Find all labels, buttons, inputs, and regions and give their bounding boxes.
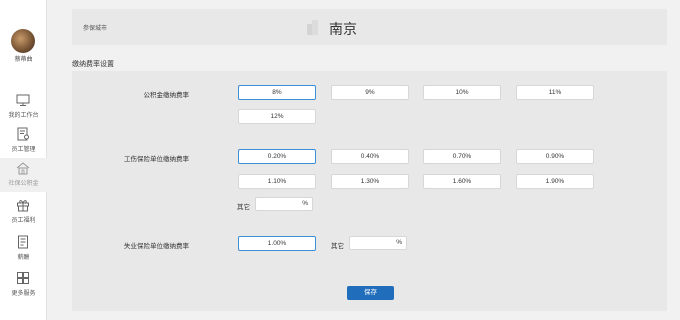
gift-icon bbox=[15, 197, 31, 213]
injury-insurance-option[interactable]: 0.20% bbox=[238, 149, 316, 164]
scrollbar[interactable] bbox=[672, 0, 680, 320]
injury-insurance-option[interactable]: 1.90% bbox=[516, 174, 594, 189]
sidebar-item-social-security[interactable]: 社保公积金 bbox=[0, 158, 47, 192]
city-label: 参保城市 bbox=[83, 26, 108, 32]
sidebar-item-label: 员工福利 bbox=[11, 218, 36, 224]
sidebar-item-more-services[interactable]: 更多服务 bbox=[0, 268, 47, 302]
injury-other-label: 其它 bbox=[237, 204, 250, 211]
sidebar-item-salary[interactable]: 薪酬 bbox=[0, 232, 47, 266]
save-button[interactable]: 保存 bbox=[347, 286, 394, 300]
grid-icon bbox=[15, 270, 31, 286]
sidebar-item-label: 薪酬 bbox=[17, 255, 30, 261]
rate-settings-panel: 公积金缴纳费率 8% 9% 10% 11% 12% 工伤保险单位缴纳费率 0.2… bbox=[72, 71, 667, 311]
user-name: 蔡蒂曲 bbox=[14, 57, 33, 63]
house-icon bbox=[15, 160, 31, 176]
unemployment-other-input[interactable]: % bbox=[349, 236, 407, 250]
housing-fund-option[interactable]: 9% bbox=[331, 85, 409, 100]
injury-insurance-option[interactable]: 1.60% bbox=[423, 174, 501, 189]
housing-fund-label: 公积金缴纳费率 bbox=[143, 92, 190, 99]
percent-unit: % bbox=[396, 239, 402, 246]
housing-fund-option[interactable]: 10% bbox=[423, 85, 501, 100]
city-name[interactable]: 南京 bbox=[329, 19, 357, 39]
housing-fund-option[interactable]: 8% bbox=[238, 85, 316, 100]
sidebar-item-label: 更多服务 bbox=[11, 291, 36, 297]
injury-insurance-option[interactable]: 0.90% bbox=[516, 149, 594, 164]
employee-doc-icon bbox=[15, 126, 31, 142]
percent-unit: % bbox=[302, 200, 308, 207]
sidebar-item-label: 社保公积金 bbox=[8, 181, 39, 187]
unemployment-insurance-option[interactable]: 1.00% bbox=[238, 236, 316, 251]
unemployment-insurance-label: 失业保险单位缴纳费率 bbox=[124, 243, 189, 250]
injury-insurance-option[interactable]: 0.70% bbox=[423, 149, 501, 164]
avatar[interactable] bbox=[11, 29, 35, 53]
city-panel: 参保城市 南京 bbox=[72, 9, 667, 45]
sidebar: 蔡蒂曲 我的工作台 员工管理 社保公积金 员工福利 薪酬 更多服务 bbox=[0, 0, 47, 320]
housing-fund-option[interactable]: 11% bbox=[516, 85, 594, 100]
salary-doc-icon bbox=[15, 234, 31, 250]
sidebar-item-employee-management[interactable]: 员工管理 bbox=[0, 124, 47, 158]
sidebar-item-workbench[interactable]: 我的工作台 bbox=[0, 90, 47, 124]
sidebar-item-label: 我的工作台 bbox=[8, 113, 39, 119]
section-title: 缴纳费率设置 bbox=[72, 61, 114, 68]
injury-insurance-option[interactable]: 1.10% bbox=[238, 174, 316, 189]
sidebar-item-employee-benefits[interactable]: 员工福利 bbox=[0, 195, 47, 229]
injury-other-input[interactable]: % bbox=[255, 197, 313, 211]
injury-insurance-label: 工伤保险单位缴纳费率 bbox=[124, 156, 189, 163]
sidebar-item-label: 员工管理 bbox=[11, 147, 36, 153]
building-icon bbox=[306, 19, 320, 35]
injury-insurance-option[interactable]: 1.30% bbox=[331, 174, 409, 189]
monitor-icon bbox=[15, 92, 31, 108]
unemployment-other-label: 其它 bbox=[331, 243, 344, 250]
injury-insurance-option[interactable]: 0.40% bbox=[331, 149, 409, 164]
housing-fund-option[interactable]: 12% bbox=[238, 109, 316, 124]
